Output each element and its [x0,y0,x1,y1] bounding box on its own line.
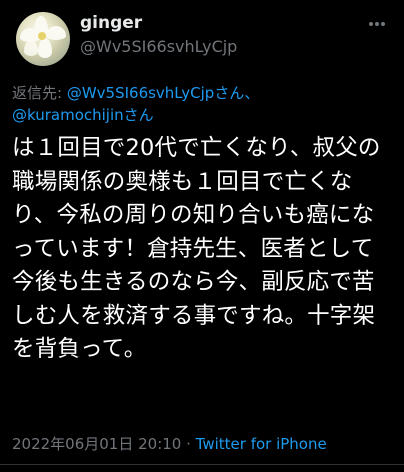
tweet-timestamp[interactable]: 2022年06月01日 20:10 [12,435,181,453]
reply-prefix: 返信先: [12,84,67,102]
tweet-card: ginger @Wv5SI66svhLyCjp 返信先: @Wv5SI66svh… [0,0,404,472]
reply-mention-1[interactable]: @Wv5SI66svhLyCjpさん、 [67,84,260,102]
more-options-icon[interactable] [366,14,388,34]
tweet-source-link[interactable]: Twitter for iPhone [196,435,327,453]
meta-separator: · [181,435,196,453]
author-names: ginger @Wv5SI66svhLyCjp [80,12,237,58]
tweet-text: は１回目で20代で亡くなり、叔父の職場関係の奥様も１回目で亡くなり、今私の周りの… [12,135,381,362]
author-display-name[interactable]: ginger [80,12,237,34]
author-handle[interactable]: @Wv5SI66svhLyCjp [80,36,237,58]
avatar[interactable] [16,12,70,66]
tweet-meta: 2022年06月01日 20:10 · Twitter for iPhone [12,434,327,454]
divider [0,464,404,465]
reply-to-line: 返信先: @Wv5SI66svhLyCjpさん、 @kuramochijinさん [12,82,392,126]
reply-mention-2[interactable]: @kuramochijinさん [12,106,154,124]
tweet-header: ginger @Wv5SI66svhLyCjp [12,8,392,68]
